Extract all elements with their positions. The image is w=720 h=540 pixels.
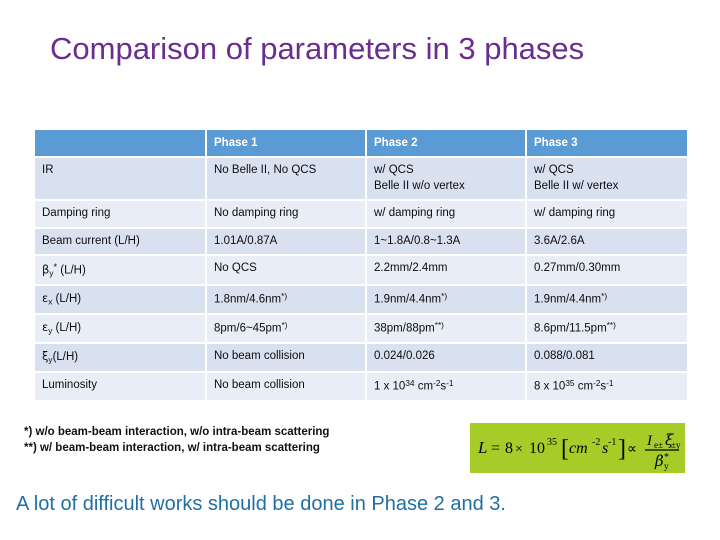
column-header-phase-1: Phase 1 (207, 130, 365, 156)
row-label-ir: IR (35, 158, 205, 200)
cell-ir-phase3-line2: Belle II w/ vertex (534, 179, 619, 192)
cell-luminosity-phase1: No beam collision (207, 372, 365, 400)
cell-epsy-phase1-note: *) (281, 321, 288, 331)
footnotes: *) w/o beam-beam interaction, w/o intra-… (24, 424, 484, 457)
formula-unit-cm-exp: -2 (592, 437, 600, 448)
row-label-xi-y: ξy(L/H) (35, 344, 205, 371)
epsilon-rest: (L/H) (52, 322, 82, 335)
luminosity-formula-box: L = 8 × 10 35 [ cm -2 s -1 ] ∝ I e± ξ ±y… (470, 423, 685, 473)
cell-epsx-phase2: 1.9nm/4.4nm*) (367, 286, 525, 314)
row-label-epsilon-x: εx (L/H) (35, 286, 205, 314)
lum-p3-unit-s-exp: -1 (606, 378, 614, 388)
lum-p3-exponent: 35 (565, 378, 575, 388)
cell-luminosity-phase3: 8 x 1035 cm-2s-1 (527, 372, 687, 400)
formula-equals: = (491, 440, 500, 457)
luminosity-formula: L = 8 × 10 35 [ cm -2 s -1 ] ∝ I e± ξ ±y… (477, 431, 681, 471)
formula-bracket-open: [ (561, 436, 569, 462)
lum-p2-exponent: 34 (405, 378, 415, 388)
row-label-epsilon-y: εy (L/H) (35, 315, 205, 343)
formula-denom-beta: β (654, 452, 664, 470)
cell-epsy-phase2: 38pm/88pm**) (367, 315, 525, 343)
cell-epsy-phase2-value: 38pm/88pm (374, 322, 435, 335)
cell-ir-phase1: No Belle II, No QCS (207, 158, 365, 200)
formula-numer-I-sub: e± (654, 440, 663, 450)
table-row: IR No Belle II, No QCS w/ QCS Belle II w… (35, 158, 687, 200)
formula-times: × (515, 442, 523, 457)
cell-beamcurrent-phase2: 1~1.8A/0.8~1.3A (367, 228, 525, 255)
column-header-phase-2: Phase 2 (367, 130, 525, 156)
row-label-luminosity: Luminosity (35, 372, 205, 400)
row-label-beta-y-star: βy* (L/H) (35, 256, 205, 285)
formula-unit-s-exp: -1 (608, 437, 616, 448)
cell-epsy-phase3-note: **) (606, 321, 616, 331)
formula-denom-beta-star: * (664, 452, 669, 463)
lum-p2-unit-cm: cm (414, 380, 434, 393)
cell-epsy-phase1-value: 8pm/6~45pm (214, 322, 282, 335)
cell-beamcurrent-phase1: 1.01A/0.87A (207, 228, 365, 255)
cell-betay-phase3: 0.27mm/0.30mm (527, 256, 687, 285)
cell-epsx-phase1-value: 1.8nm/4.6nm (214, 293, 282, 306)
epsilon-rest: (L/H) (52, 293, 82, 306)
formula-exponent: 35 (547, 437, 557, 448)
xi-rest: (L/H) (52, 351, 79, 364)
table-row: Damping ring No damping ring w/ damping … (35, 201, 687, 227)
cell-epsx-phase3-note: *) (601, 292, 608, 302)
lum-p2-unit-s-exp: -1 (446, 378, 454, 388)
formula-unit-cm: cm (569, 440, 588, 457)
cell-damping-phase1: No damping ring (207, 201, 365, 227)
formula-proportional-icon: ∝ (627, 442, 637, 457)
cell-ir-phase3: w/ QCS Belle II w/ vertex (527, 158, 687, 200)
cell-epsx-phase1: 1.8nm/4.6nm*) (207, 286, 365, 314)
cell-epsy-phase1: 8pm/6~45pm*) (207, 315, 365, 343)
cell-damping-phase2: w/ damping ring (367, 201, 525, 227)
lum-p3-unit-cm: cm (574, 380, 594, 393)
footnote-double-star: **) w/ beam-beam interaction, w/ intra-b… (24, 442, 320, 455)
cell-epsy-phase2-note: **) (434, 321, 444, 331)
table-header-row: Phase 1 Phase 2 Phase 3 (35, 130, 687, 156)
table-row: ξy(L/H) No beam collision 0.024/0.026 0.… (35, 344, 687, 371)
cell-luminosity-phase2: 1 x 1034 cm-2s-1 (367, 372, 525, 400)
beta-rest: (L/H) (57, 264, 86, 277)
cell-betay-phase2: 2.2mm/2.4mm (367, 256, 525, 285)
row-label-damping-ring: Damping ring (35, 201, 205, 227)
table-row: εx (L/H) 1.8nm/4.6nm*) 1.9nm/4.4nm*) 1.9… (35, 286, 687, 314)
formula-coefficient: 8 (505, 440, 513, 457)
bottom-statement: A lot of difficult works should be done … (16, 493, 506, 515)
cell-xiy-phase2: 0.024/0.026 (367, 344, 525, 371)
formula-numer-xi-sub: ±y (671, 440, 681, 450)
cell-epsx-phase1-note: *) (281, 292, 288, 302)
cell-damping-phase3: w/ damping ring (527, 201, 687, 227)
cell-betay-phase1: No QCS (207, 256, 365, 285)
cell-ir-phase3-line1: w/ QCS (534, 164, 574, 176)
cell-epsx-phase2-note: *) (441, 292, 448, 302)
column-header-parameter (35, 130, 205, 156)
lum-p2-mantissa: 1 x 10 (374, 380, 406, 393)
cell-epsx-phase2-value: 1.9nm/4.4nm (374, 293, 442, 306)
cell-epsx-phase3-value: 1.9nm/4.4nm (534, 293, 602, 306)
cell-xiy-phase3: 0.088/0.081 (527, 344, 687, 371)
cell-epsy-phase3-value: 8.6pm/11.5pm (534, 322, 607, 335)
formula-base: 10 (529, 440, 545, 457)
cell-epsy-phase3: 8.6pm/11.5pm**) (527, 315, 687, 343)
formula-lhs: L (477, 438, 487, 457)
page-title: Comparison of parameters in 3 phases (50, 31, 585, 66)
cell-beamcurrent-phase3: 3.6A/2.6A (527, 228, 687, 255)
table-row: Luminosity No beam collision 1 x 1034 cm… (35, 372, 687, 400)
column-header-phase-3: Phase 3 (527, 130, 687, 156)
table-row: εy (L/H) 8pm/6~45pm*) 38pm/88pm**) 8.6pm… (35, 315, 687, 343)
cell-epsx-phase3: 1.9nm/4.4nm*) (527, 286, 687, 314)
cell-xiy-phase1: No beam collision (207, 344, 365, 371)
cell-ir-phase2: w/ QCS Belle II w/o vertex (367, 158, 525, 200)
formula-bracket-close: ] (618, 436, 626, 462)
lum-p3-mantissa: 8 x 10 (534, 380, 566, 393)
formula-numer-I: I (646, 433, 653, 449)
cell-ir-phase2-line1: w/ QCS (374, 164, 414, 176)
cell-ir-phase2-line2: Belle II w/o vertex (374, 179, 465, 192)
parameter-comparison-table: Phase 1 Phase 2 Phase 3 IR No Belle II, … (33, 128, 689, 402)
table-row: Beam current (L/H) 1.01A/0.87A 1~1.8A/0.… (35, 228, 687, 255)
footnote-single-star: *) w/o beam-beam interaction, w/o intra-… (24, 426, 330, 438)
table-row: βy* (L/H) No QCS 2.2mm/2.4mm 0.27mm/0.30… (35, 256, 687, 285)
row-label-beam-current: Beam current (L/H) (35, 228, 205, 255)
